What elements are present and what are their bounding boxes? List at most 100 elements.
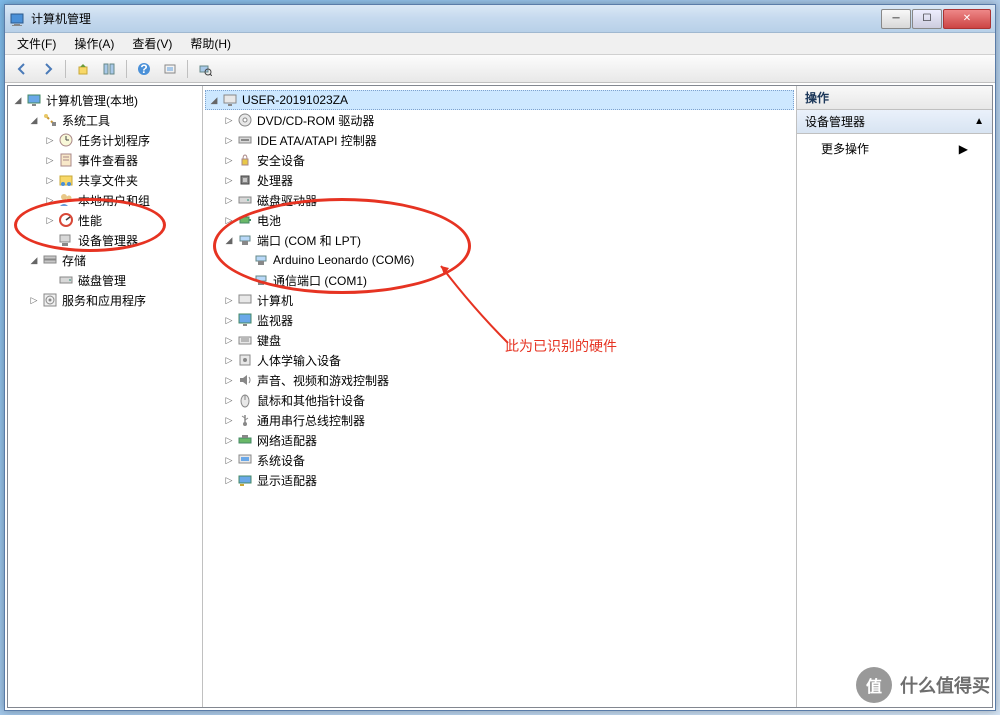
- menu-help[interactable]: 帮助(H): [182, 33, 239, 54]
- actions-section[interactable]: 设备管理器 ▲: [797, 110, 992, 134]
- device-ports[interactable]: ◢ 端口 (COM 和 LPT): [205, 230, 794, 250]
- network-icon: [237, 432, 253, 448]
- properties-button[interactable]: [98, 58, 120, 80]
- more-actions[interactable]: 更多操作 ▶: [797, 134, 992, 163]
- expand-icon[interactable]: ▷: [223, 314, 235, 326]
- expand-icon[interactable]: ▷: [223, 354, 235, 366]
- device-com1[interactable]: ▷ 通信端口 (COM1): [205, 270, 794, 290]
- device-monitor[interactable]: ▷ 监视器: [205, 310, 794, 330]
- left-tree-pane[interactable]: ◢ 计算机管理(本地) ◢ 系统工具 ▷ 任务计划程序 ▷ 事件查看器 ▷: [8, 86, 203, 707]
- expand-icon[interactable]: ▷: [223, 294, 235, 306]
- tree-shared-folders[interactable]: ▷ 共享文件夹: [10, 170, 200, 190]
- maximize-button[interactable]: ☐: [912, 9, 942, 29]
- device-disk[interactable]: ▷ 磁盘驱动器: [205, 190, 794, 210]
- tree-label: 共享文件夹: [78, 172, 138, 189]
- expand-icon[interactable]: ▷: [223, 214, 235, 226]
- tree-event-viewer[interactable]: ▷ 事件查看器: [10, 150, 200, 170]
- expand-icon[interactable]: ▷: [223, 414, 235, 426]
- storage-icon: [42, 252, 58, 268]
- device-sound[interactable]: ▷ 声音、视频和游戏控制器: [205, 370, 794, 390]
- expand-icon[interactable]: ▷: [223, 174, 235, 186]
- expand-icon[interactable]: ▷: [44, 194, 56, 206]
- tree-disk-mgmt[interactable]: ▷ 磁盘管理: [10, 270, 200, 290]
- keyboard-icon: [237, 332, 253, 348]
- menu-action[interactable]: 操作(A): [66, 33, 122, 54]
- collapse-icon[interactable]: ◢: [223, 234, 235, 246]
- expand-icon[interactable]: ▷: [223, 114, 235, 126]
- menu-file[interactable]: 文件(F): [9, 33, 64, 54]
- forward-button[interactable]: [37, 58, 59, 80]
- collapse-icon[interactable]: ◢: [12, 94, 24, 106]
- expand-icon[interactable]: ▷: [44, 154, 56, 166]
- tree-label: 鼠标和其他指针设备: [257, 392, 365, 409]
- tree-label: 监视器: [257, 312, 293, 329]
- hid-icon: [237, 352, 253, 368]
- computer-icon: [222, 92, 238, 108]
- expand-icon[interactable]: ▷: [223, 334, 235, 346]
- scan-button[interactable]: [194, 58, 216, 80]
- tree-label: 人体学输入设备: [257, 352, 341, 369]
- titlebar[interactable]: 计算机管理 ─ ☐ ✕: [5, 5, 995, 33]
- device-computer[interactable]: ◢ USER-20191023ZA: [205, 90, 794, 110]
- expand-icon[interactable]: ▷: [223, 394, 235, 406]
- mouse-icon: [237, 392, 253, 408]
- expand-icon[interactable]: ▷: [44, 134, 56, 146]
- device-cpu[interactable]: ▷ 处理器: [205, 170, 794, 190]
- menu-view[interactable]: 查看(V): [124, 33, 180, 54]
- tree-root[interactable]: ◢ 计算机管理(本地): [10, 90, 200, 110]
- refresh-button[interactable]: [159, 58, 181, 80]
- help-button[interactable]: ?: [133, 58, 155, 80]
- toolbar: ?: [5, 55, 995, 83]
- collapse-icon[interactable]: ◢: [28, 254, 40, 266]
- back-button[interactable]: [11, 58, 33, 80]
- device-system[interactable]: ▷ 系统设备: [205, 450, 794, 470]
- tree-services[interactable]: ▷ 服务和应用程序: [10, 290, 200, 310]
- tree-label: 性能: [78, 212, 102, 229]
- collapse-icon[interactable]: ◢: [28, 114, 40, 126]
- tree-label: 磁盘管理: [78, 272, 126, 289]
- tree-local-users[interactable]: ▷ 本地用户和组: [10, 190, 200, 210]
- device-display[interactable]: ▷ 显示适配器: [205, 470, 794, 490]
- device-keyboard[interactable]: ▷ 键盘: [205, 330, 794, 350]
- monitor-icon: [237, 312, 253, 328]
- performance-icon: [58, 212, 74, 228]
- device-dvd[interactable]: ▷ DVD/CD-ROM 驱动器: [205, 110, 794, 130]
- close-button[interactable]: ✕: [943, 9, 991, 29]
- expand-icon[interactable]: ▷: [223, 194, 235, 206]
- serial-port-icon: [253, 272, 269, 288]
- tree-device-manager[interactable]: ▷ 设备管理器: [10, 230, 200, 250]
- device-mouse[interactable]: ▷ 鼠标和其他指针设备: [205, 390, 794, 410]
- device-computers[interactable]: ▷ 计算机: [205, 290, 794, 310]
- device-usb[interactable]: ▷ 通用串行总线控制器: [205, 410, 794, 430]
- tree-label: 通用串行总线控制器: [257, 412, 365, 429]
- tree-label: 端口 (COM 和 LPT): [257, 232, 361, 249]
- minimize-button[interactable]: ─: [881, 9, 911, 29]
- device-hid[interactable]: ▷ 人体学输入设备: [205, 350, 794, 370]
- up-button[interactable]: [72, 58, 94, 80]
- device-arduino[interactable]: ▷ Arduino Leonardo (COM6): [205, 250, 794, 270]
- battery-icon: [237, 212, 253, 228]
- device-ide[interactable]: ▷ IDE ATA/ATAPI 控制器: [205, 130, 794, 150]
- expand-icon[interactable]: ▷: [44, 214, 56, 226]
- device-security[interactable]: ▷ 安全设备: [205, 150, 794, 170]
- watermark-text: 什么值得买: [900, 672, 990, 698]
- computer-mgmt-icon: [26, 92, 42, 108]
- tree-task-scheduler[interactable]: ▷ 任务计划程序: [10, 130, 200, 150]
- expand-icon[interactable]: ▷: [44, 174, 56, 186]
- watermark: 值 什么值得买: [856, 665, 990, 705]
- expand-icon[interactable]: ▷: [223, 374, 235, 386]
- expand-icon[interactable]: ▷: [28, 294, 40, 306]
- device-battery[interactable]: ▷ 电池: [205, 210, 794, 230]
- device-tree-pane[interactable]: ◢ USER-20191023ZA ▷ DVD/CD-ROM 驱动器 ▷ IDE…: [203, 86, 797, 707]
- expand-icon[interactable]: ▷: [223, 134, 235, 146]
- tree-system-tools[interactable]: ◢ 系统工具: [10, 110, 200, 130]
- expand-icon[interactable]: ▷: [223, 434, 235, 446]
- tree-label: 任务计划程序: [78, 132, 150, 149]
- device-network[interactable]: ▷ 网络适配器: [205, 430, 794, 450]
- collapse-icon[interactable]: ◢: [208, 94, 220, 106]
- tree-performance[interactable]: ▷ 性能: [10, 210, 200, 230]
- expand-icon[interactable]: ▷: [223, 154, 235, 166]
- expand-icon[interactable]: ▷: [223, 454, 235, 466]
- expand-icon[interactable]: ▷: [223, 474, 235, 486]
- tree-storage[interactable]: ◢ 存储: [10, 250, 200, 270]
